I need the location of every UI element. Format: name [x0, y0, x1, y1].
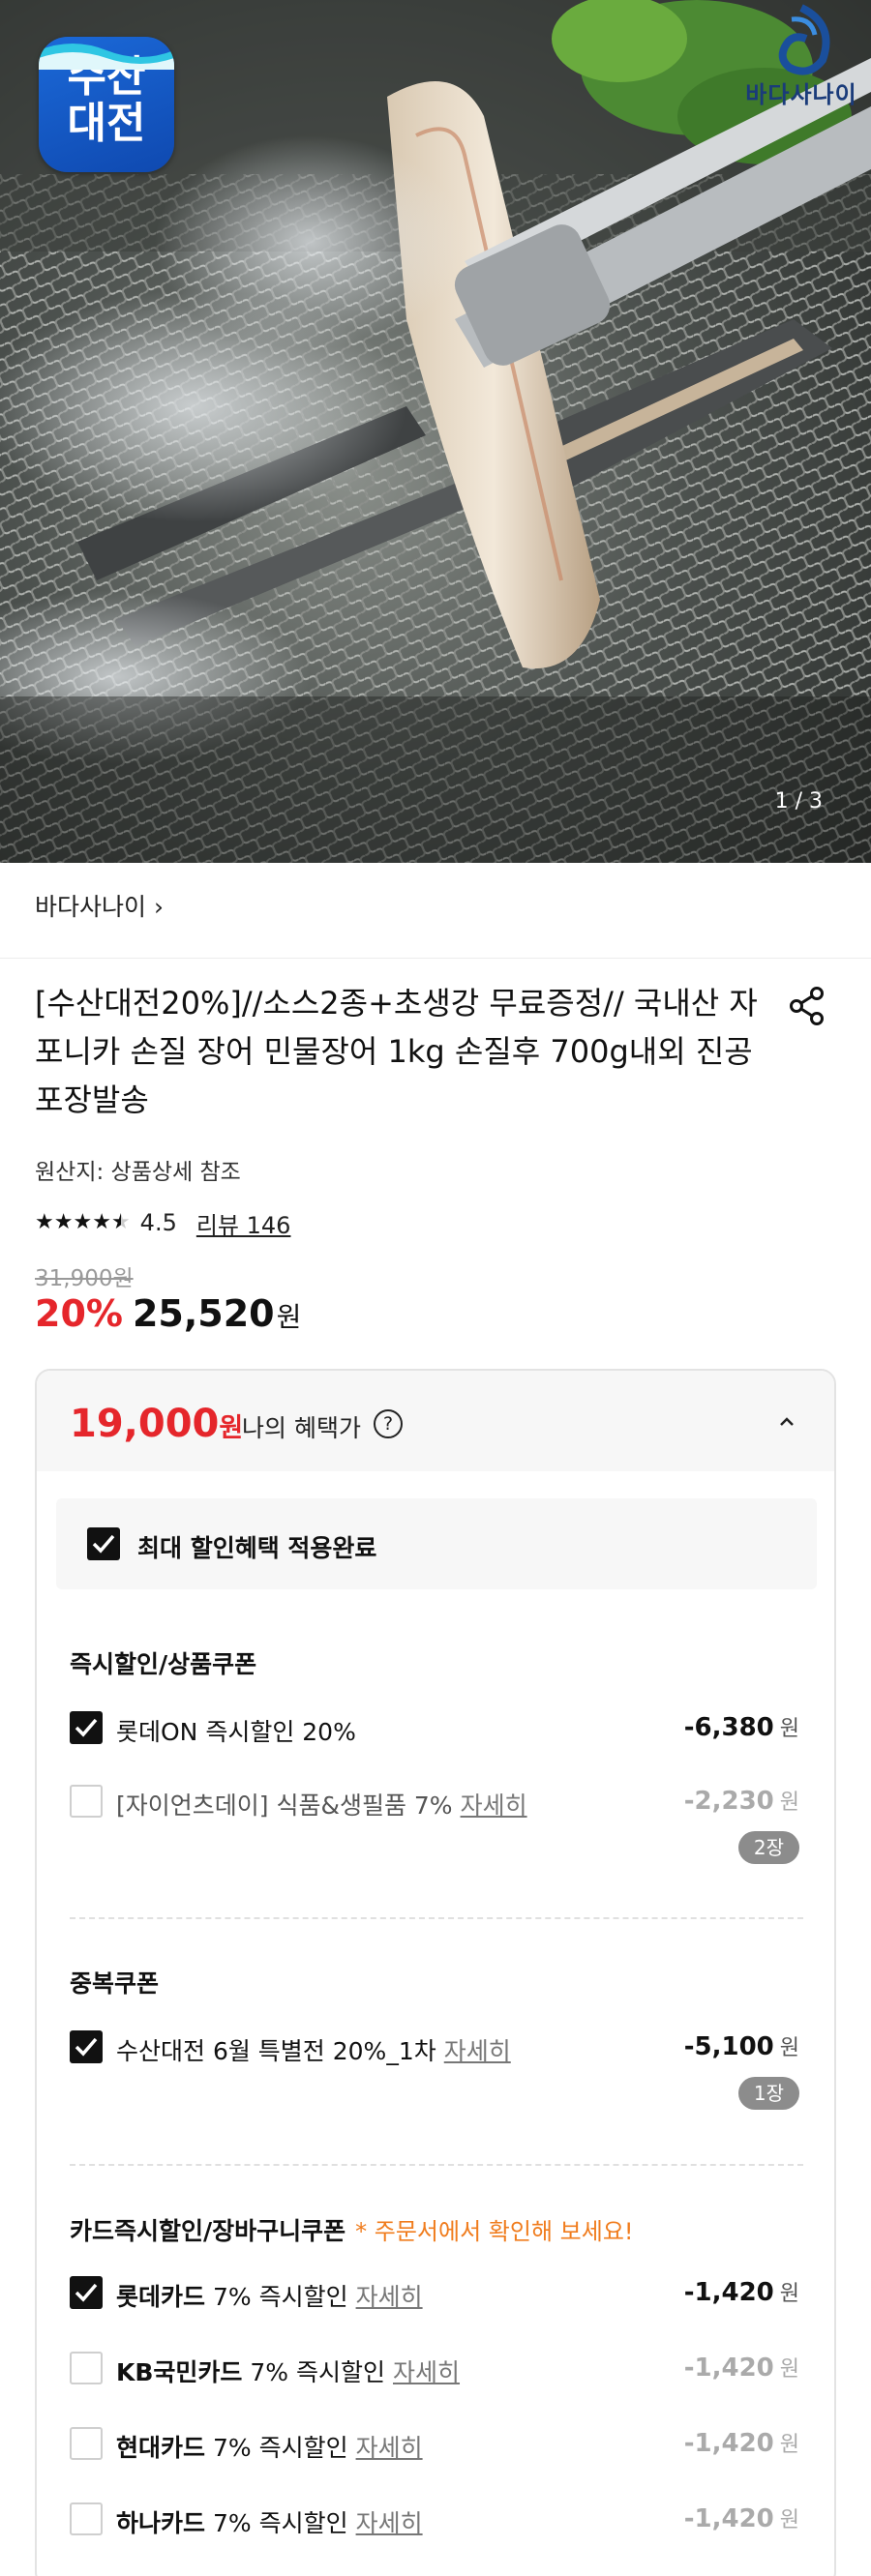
product-image-carousel[interactable]: 수산 대전 바다사나이 1 / 3 — [0, 0, 871, 863]
benefit-price: 19,000원 — [70, 1402, 243, 1446]
card-label: 7% 즉시할인 — [250, 2358, 385, 2386]
fisheries-festival-badge: 수산 대전 — [39, 37, 174, 172]
coupon-amount-unit: 원 — [779, 1717, 799, 1741]
original-price: 31,900원 — [35, 1266, 134, 1291]
card-amount-value: -1,420 — [683, 2354, 774, 2383]
coupon-amount-value: -5,100 — [683, 2032, 774, 2061]
divider — [0, 958, 871, 959]
card-brand: 하나카드 — [116, 2509, 206, 2537]
card-amount: -1,420 원 — [684, 2352, 799, 2383]
checkbox-icon[interactable] — [70, 2427, 103, 2460]
coupon-count-chip[interactable]: 1장 — [737, 2077, 799, 2110]
card-amount: -1,420 원 — [684, 2502, 799, 2533]
rating-value: 4.5 — [139, 1209, 177, 1236]
benefit-label: 나의 혜택가 — [242, 1414, 361, 1442]
card-label: 7% 즉시할인 — [212, 2434, 348, 2462]
fish-logo-icon — [778, 4, 830, 75]
checkbox-icon[interactable] — [87, 1527, 120, 1560]
max-benefit-applied[interactable]: 최대 할인혜택 적용완료 — [56, 1498, 817, 1589]
section-title-card-text: 카드즉시할인/장바구니쿠폰 — [70, 2217, 346, 2245]
star-icon: ★ — [92, 1210, 111, 1234]
card-label-wrap: 하나카드 7% 즉시할인 자세히 — [116, 2504, 423, 2539]
card-amount-unit: 원 — [779, 2433, 799, 2457]
brand-logo: 바다사나이 — [734, 0, 871, 116]
checkbox-icon[interactable] — [70, 2276, 103, 2309]
section-divider — [70, 2164, 803, 2166]
coupon-amount-value: -2,230 — [683, 1787, 774, 1816]
card-label-wrap: KB국민카드 7% 즉시할인 자세히 — [116, 2354, 460, 2388]
price-unit: 원 — [276, 1301, 302, 1333]
detail-link[interactable]: 자세히 — [356, 2283, 423, 2311]
star-rating: ★ ★ ★ ★ ★ — [35, 1209, 131, 1236]
card-amount: -1,420 원 — [684, 2276, 799, 2307]
detail-link[interactable]: 자세히 — [393, 2358, 460, 2386]
benefit-card: 19,000원 나의 혜택가 ? 최대 할인혜택 적용완료 즉시할인/상품쿠폰 … — [35, 1369, 836, 2576]
card-amount-unit: 원 — [779, 2357, 799, 2382]
coupon-label: 롯데ON 즉시할인 20% — [116, 1718, 356, 1746]
card-note: * 주문서에서 확인해 보세요! — [355, 2218, 634, 2245]
checkbox-icon[interactable] — [70, 1785, 103, 1818]
seller-link[interactable]: 바다사나이 › — [35, 888, 164, 923]
benefit-price-value: 19,000 — [70, 1402, 220, 1446]
section-title-instant: 즉시할인/상품쿠폰 — [70, 1650, 257, 1678]
coupon-label-wrap: 수산대전 6월 특별전 20%_1차 자세히 — [116, 2032, 511, 2067]
card-label-wrap: 현대카드 7% 즉시할인 자세히 — [116, 2429, 423, 2464]
checkbox-icon[interactable] — [70, 2030, 103, 2063]
page-indicator: 1 / 3 — [774, 789, 823, 814]
detail-link[interactable]: 자세히 — [356, 2509, 423, 2537]
coupon-amount-unit: 원 — [779, 2036, 799, 2060]
card-amount: -1,420 원 — [684, 2427, 799, 2458]
price-row: 20% 25,520 원 — [35, 1292, 301, 1335]
card-brand: KB국민카드 — [116, 2358, 243, 2386]
card-label-wrap: 롯데카드 7% 즉시할인 자세히 — [116, 2278, 423, 2313]
wave-icon — [39, 44, 174, 70]
star-icon: ★ — [53, 1210, 74, 1234]
card-brand: 롯데카드 — [116, 2283, 206, 2311]
section-divider — [70, 1917, 803, 1919]
detail-link[interactable]: 자세히 — [461, 1791, 527, 1820]
chevron-up-icon[interactable] — [772, 1407, 801, 1436]
card-amount-value: -1,420 — [683, 2504, 774, 2533]
coupon-amount-unit: 원 — [779, 1791, 799, 1815]
detail-link[interactable]: 자세히 — [444, 2037, 511, 2065]
review-link[interactable]: 리뷰 146 — [196, 1206, 291, 1240]
checkbox-icon[interactable] — [70, 1711, 103, 1744]
section-title-duplicate: 중복쿠폰 — [70, 1969, 160, 1998]
coupon-amount: -5,100 원 — [684, 2030, 799, 2061]
rating-row: ★ ★ ★ ★ ★ 4.5 리뷰 146 — [35, 1206, 291, 1240]
card-amount-unit: 원 — [779, 2508, 799, 2532]
coupon-amount: -2,230 원 — [684, 1785, 799, 1816]
star-icon: ★ — [35, 1210, 54, 1234]
checkbox-icon[interactable] — [70, 2502, 103, 2535]
help-icon[interactable]: ? — [374, 1409, 403, 1438]
coupon-label: 수산대전 6월 특별전 20%_1차 — [116, 2037, 436, 2065]
card-label: 7% 즉시할인 — [212, 2509, 348, 2537]
coupon-amount-value: -6,380 — [683, 1713, 774, 1742]
card-amount-unit: 원 — [779, 2282, 799, 2306]
origin-info: 원산지: 상품상세 참조 — [35, 1160, 241, 1185]
brand-name: 바다사나이 — [745, 81, 857, 108]
section-title-card: 카드즉시할인/장바구니쿠폰 * 주문서에서 확인해 보세요! — [70, 2212, 634, 2247]
detail-link[interactable]: 자세히 — [356, 2434, 423, 2462]
sale-price: 25,520 — [132, 1292, 275, 1335]
discount-rate: 20% — [35, 1292, 123, 1335]
coupon-count-chip[interactable]: 2장 — [737, 1831, 799, 1864]
half-star-icon: ★ — [110, 1210, 131, 1234]
coupon-label: [자이언츠데이] 식품&생필품 7% — [116, 1791, 453, 1820]
star-icon: ★ — [73, 1210, 93, 1234]
card-brand: 현대카드 — [116, 2434, 206, 2462]
coupon-label-wrap: [자이언츠데이] 식품&생필품 7% 자세히 — [116, 1787, 527, 1821]
product-title: [수산대전20%]//소스2종+초생강 무료증정// 국내산 자포니카 손질 장… — [35, 985, 758, 1118]
card-amount-value: -1,420 — [683, 2429, 774, 2458]
max-benefit-label: 최대 할인혜택 적용완료 — [137, 1534, 377, 1562]
coupon-amount: -6,380 원 — [684, 1711, 799, 1742]
card-label: 7% 즉시할인 — [212, 2283, 348, 2311]
checkbox-icon[interactable] — [70, 2352, 103, 2384]
card-amount-value: -1,420 — [683, 2278, 774, 2307]
badge-line-2: 대전 — [67, 99, 146, 148]
benefit-header[interactable]: 19,000원 나의 혜택가 ? — [37, 1371, 834, 1471]
benefit-price-unit: 원 — [219, 1413, 244, 1443]
share-icon[interactable] — [786, 985, 828, 1027]
